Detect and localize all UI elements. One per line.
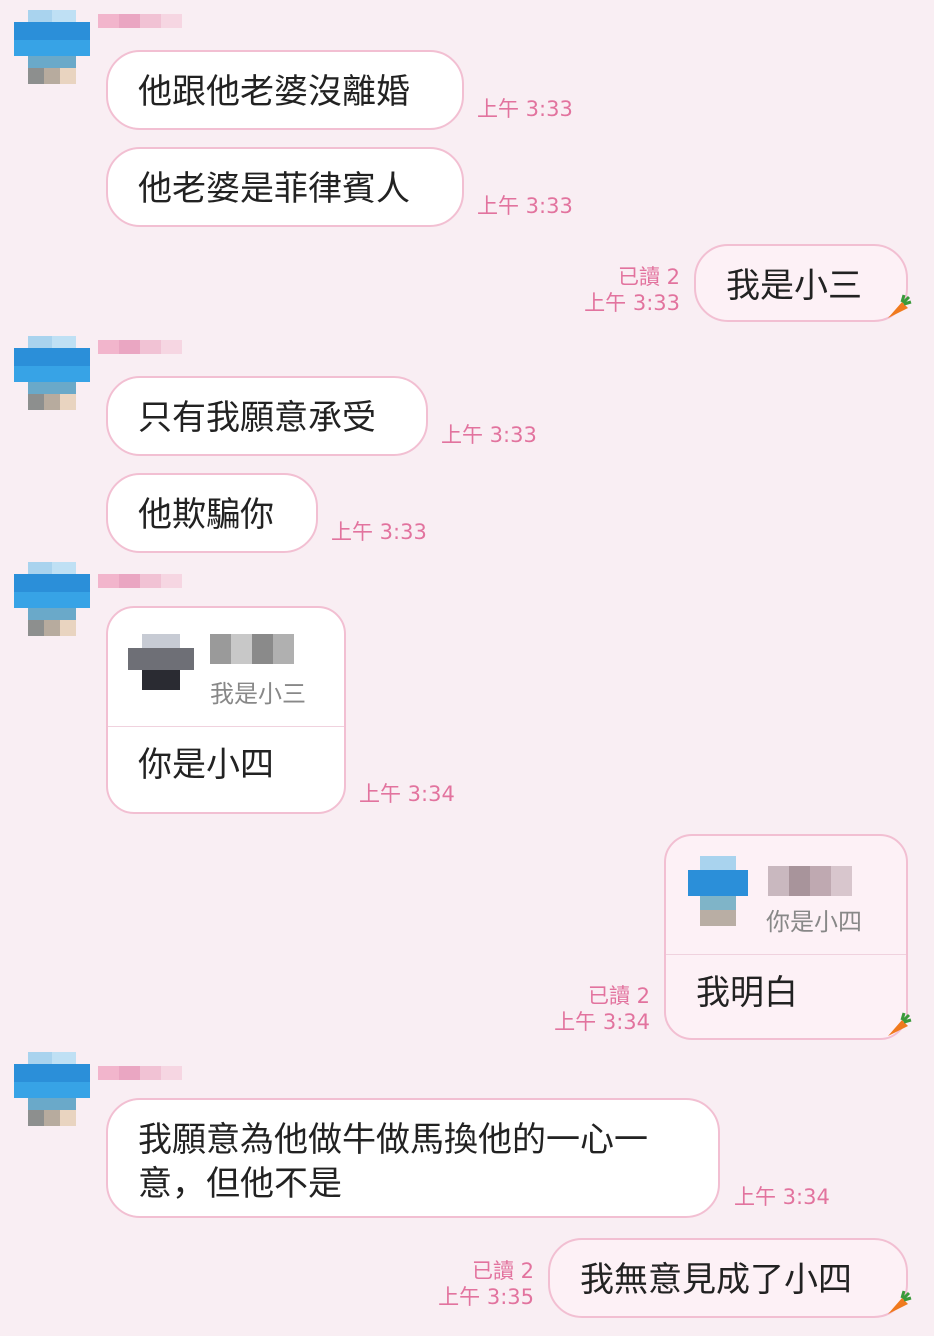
reply-bubble[interactable]: 你是小四 我明白 [664,834,908,1040]
reply-quote-text: 你是小四 [766,908,862,936]
message-text-line: 我願意為他做牛做馬換他的一心一 [138,1120,648,1160]
message-text: 我無意見成了小四 [580,1260,852,1300]
reply-avatar [688,856,748,926]
reply-preview[interactable]: 我是小三 [108,608,344,727]
sender-name [98,1066,182,1080]
message-text: 他跟他老婆沒離婚 [138,72,410,112]
sender-name [98,574,182,588]
message-bubble[interactable]: 我願意為他做牛做馬換他的一心一 意，但他不是 [106,1098,720,1218]
timestamp: 上午 3:33 [441,423,537,447]
message-bubble[interactable]: 他欺騙你 [106,473,318,553]
timestamp: 上午 3:33 [331,520,427,544]
timestamp: 上午 3:35 [438,1285,534,1309]
avatar[interactable] [14,10,90,86]
reply-preview[interactable]: 你是小四 [666,836,906,955]
reply-quote-text: 我是小三 [210,680,306,708]
avatar[interactable] [14,336,90,412]
message-text: 我是小三 [726,266,862,306]
message-bubble[interactable]: 他跟他老婆沒離婚 [106,50,464,130]
timestamp: 上午 3:33 [477,194,573,218]
timestamp: 上午 3:33 [584,291,680,315]
message-text: 他老婆是菲律賓人 [138,169,410,209]
sender-name [98,14,182,28]
message-bubble[interactable]: 只有我願意承受 [106,376,428,456]
timestamp: 上午 3:34 [359,782,455,806]
read-receipt: 已讀 2 [471,1259,534,1283]
carrot-icon [888,294,912,318]
reply-avatar [128,634,194,690]
timestamp: 上午 3:34 [554,1010,650,1034]
read-receipt: 已讀 2 [617,265,680,289]
message-bubble[interactable]: 我是小三 [694,244,908,322]
reply-sender-name [210,634,294,664]
timestamp: 上午 3:33 [477,97,573,121]
carrot-icon [888,1290,912,1314]
avatar[interactable] [14,1052,90,1128]
reply-bubble[interactable]: 我是小三 你是小四 [106,606,346,814]
reply-sender-name [768,866,852,896]
read-receipt: 已讀 2 [587,984,650,1008]
carrot-icon [888,1012,912,1036]
message-text: 我明白 [696,973,798,1013]
message-text: 他欺騙你 [138,495,274,535]
timestamp: 上午 3:34 [734,1185,830,1209]
message-bubble[interactable]: 我無意見成了小四 [548,1238,908,1318]
message-bubble[interactable]: 他老婆是菲律賓人 [106,147,464,227]
message-text-line: 意，但他不是 [138,1164,342,1204]
avatar[interactable] [14,562,90,638]
message-text: 你是小四 [138,745,274,785]
sender-name [98,340,182,354]
message-text: 只有我願意承受 [138,398,376,438]
